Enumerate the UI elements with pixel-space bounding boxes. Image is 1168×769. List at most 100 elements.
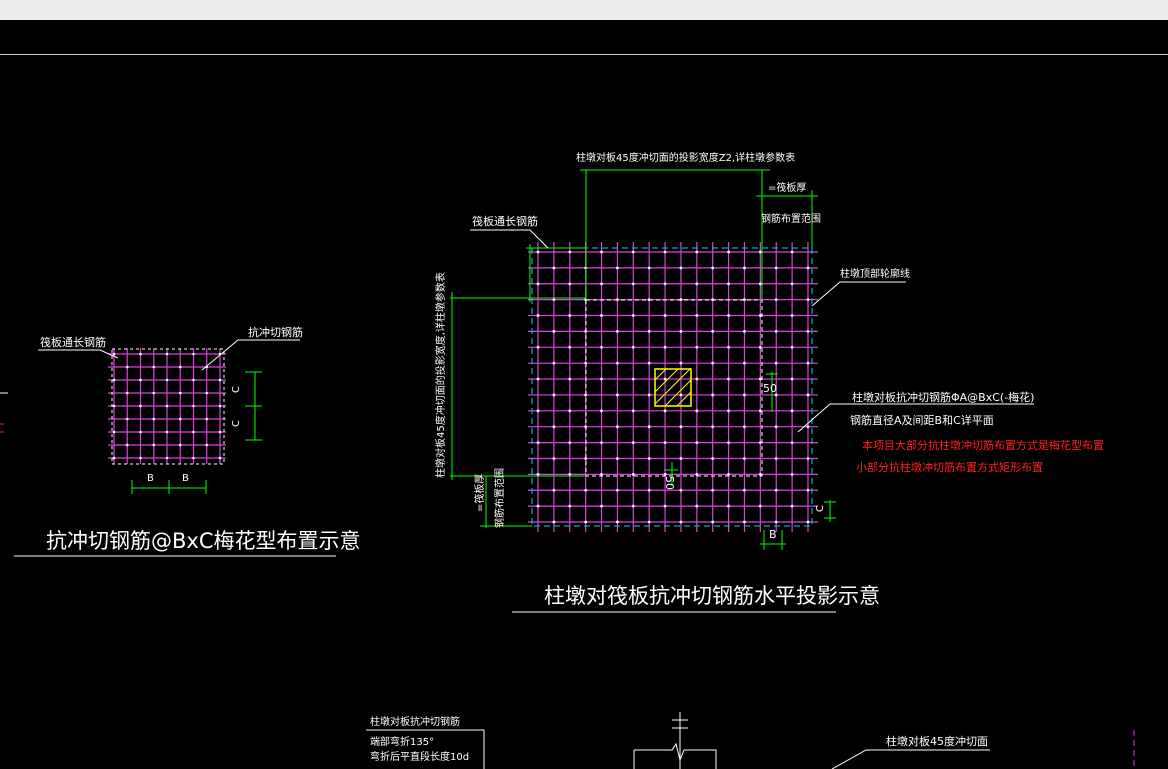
shear-rebar-dot: [727, 472, 730, 476]
shear-rebar-dot: [584, 520, 588, 524]
shear-rebar-dot: [616, 361, 619, 365]
shear-rebar-dot: [631, 377, 635, 381]
note-red-1: 本项目大部分抗柱墩冲切筋布置方式是梅花型布置: [862, 438, 1104, 452]
left-rebar-range: 钢筋布置范围: [493, 468, 506, 528]
cad-drawing-canvas: 筏板通长钢筋 抗冲切钢筋 C C B B 抗冲切钢筋@BxC梅花型布置示意 柱墩…: [0, 151, 1135, 769]
shear-rebar-dot: [552, 330, 556, 333]
shear-rebar-dot: [139, 430, 142, 434]
shear-rebar-dot: [679, 520, 683, 524]
shear-rebar-dot: [165, 456, 169, 460]
leader-raft-rebar: [470, 229, 549, 249]
shear-rebar-dot: [218, 378, 222, 382]
shear-rebar-dot: [790, 377, 794, 381]
shear-rebar-dot: [536, 409, 540, 413]
shear-rebar-dot: [192, 404, 195, 408]
shear-rebar-dot: [616, 330, 619, 333]
shear-rebar-dot: [192, 456, 195, 460]
shear-rebar-dot: [536, 250, 540, 254]
shear-rebar-dot: [647, 425, 651, 429]
shear-rebar-dot: [663, 250, 667, 254]
shear-rebar-dot: [806, 298, 810, 302]
shear-rebar-dot: [743, 361, 746, 365]
shear-rebar-dot: [218, 404, 222, 408]
shear-rebar-dot: [165, 404, 169, 408]
main-detail: 柱墩对板45度冲切面的投影宽度Z2,详柱墩参数表 =筏板厚 钢筋布置范围 筏板通…: [434, 151, 1104, 613]
shear-rebar-dot: [647, 393, 651, 397]
shear-rebar-dot: [790, 250, 794, 254]
shear-rebar-dot: [536, 472, 540, 476]
shear-rebar-dot: [631, 409, 635, 413]
shear-rebar-dot: [774, 361, 778, 365]
shear-rebar-dot: [647, 488, 651, 492]
bottom-note-title: 柱墩对板抗冲切钢筋: [370, 715, 460, 728]
shear-rebar-dot: [758, 472, 762, 476]
left-dim-b1-text: B: [147, 473, 154, 484]
dim-50-right: 50: [763, 382, 777, 395]
shear-rebar-dot: [758, 377, 762, 381]
shear-rebar-dot: [631, 504, 635, 508]
shear-rebar-dot: [695, 345, 699, 349]
shear-rebar-dot: [631, 345, 635, 349]
shear-rebar-dot: [568, 377, 572, 381]
shear-rebar-dot: [218, 430, 222, 434]
left-leader-raft: [38, 349, 119, 359]
dim-50-bottom: 50: [663, 476, 676, 490]
shear-rebar-dot: [774, 520, 778, 524]
shear-rebar-dot: [125, 417, 129, 421]
shear-rebar-dot: [552, 488, 556, 492]
shear-rebar-dot: [695, 250, 699, 254]
shear-rebar-dot: [552, 425, 556, 429]
shear-rebar-dot: [631, 314, 635, 317]
shear-rebar-dot: [165, 352, 169, 356]
shear-rebar-dot: [600, 441, 603, 444]
shear-rebar-dot: [631, 282, 635, 286]
shear-rebar-dot: [165, 378, 169, 382]
left-leader-shear: [201, 339, 300, 371]
shear-rebar-dot: [727, 377, 730, 381]
shear-rebar-dot: [679, 488, 683, 492]
shear-rebar-dot: [806, 425, 810, 429]
shear-rebar-dot: [695, 377, 699, 381]
shear-rebar-dot: [727, 314, 730, 317]
spec-label: 柱墩对板抗冲切钢筋ΦA@BxC(-梅花): [852, 390, 1034, 404]
shear-rebar-dot: [192, 378, 195, 382]
shear-rebar-dot: [743, 393, 746, 397]
shear-rebar-dot: [790, 314, 794, 317]
shear-rebar-dot: [600, 377, 603, 381]
shear-rebar-dot: [679, 457, 683, 460]
bottom-note-line2: 弯折后平直段长度10d: [370, 750, 469, 763]
shear-rebar-dot: [790, 441, 794, 444]
shear-rebar-dot: [711, 457, 715, 460]
shear-rebar-dot: [178, 417, 182, 421]
shear-rebar-dot: [806, 361, 810, 365]
shear-rebar-dot: [727, 345, 730, 349]
shear-rebar-dot: [758, 345, 762, 349]
shear-rebar-dot: [663, 441, 667, 444]
shear-rebar-dot: [790, 345, 794, 349]
shear-rebar-dot: [806, 330, 810, 333]
shear-rebar-dot: [536, 377, 540, 381]
shear-rebar-dot: [695, 472, 699, 476]
shear-rebar-dot: [152, 443, 156, 447]
shear-rebar-dot: [616, 488, 619, 492]
shear-rebar-dot: [568, 282, 572, 286]
shear-rebar-dot: [616, 393, 619, 397]
rebar-range-label: 钢筋布置范围: [761, 212, 821, 225]
shear-rebar-dot: [711, 393, 715, 397]
shear-rebar-dot: [790, 504, 794, 508]
shear-rebar-dot: [774, 266, 778, 270]
shear-rebar-dot: [743, 488, 746, 492]
shear-rebar-dot: [218, 456, 222, 460]
shear-rebar-dot: [758, 314, 762, 317]
shear-rebar-dot: [711, 361, 715, 365]
shear-rebar-dot: [568, 441, 572, 444]
shear-rebar-dot: [112, 456, 116, 460]
shear-rebar-dot: [568, 345, 572, 349]
left-dim-c1-text: C: [231, 386, 242, 393]
shear-rebar-dot: [536, 504, 540, 508]
shear-rebar-dot: [600, 472, 603, 476]
shear-rebar-dot: [774, 488, 778, 492]
shear-rebar-dot: [663, 345, 667, 349]
left-vertical-note: 柱墩对板45度冲切面的投影宽度,详柱墩参数表: [434, 272, 447, 478]
shear-rebar-dot: [568, 472, 572, 476]
